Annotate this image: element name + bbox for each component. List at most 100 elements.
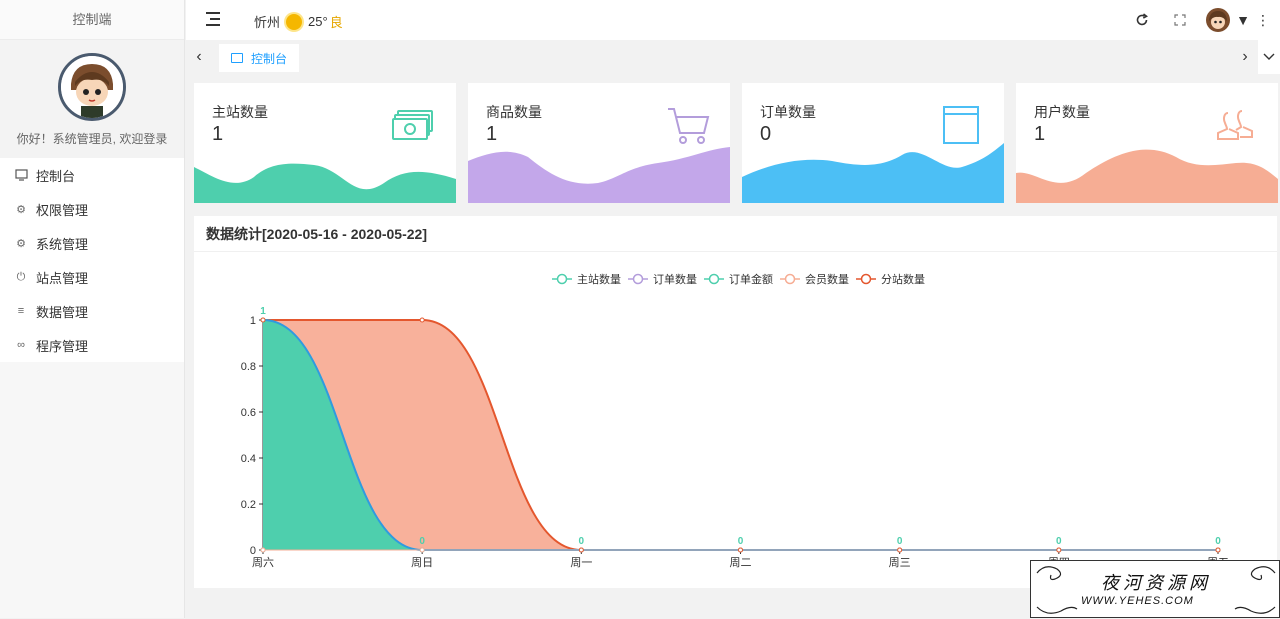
header-actions: ▼ ⋮ [1116,8,1270,32]
gear-icon: ⚙ [16,203,26,216]
temperature: 25° [308,14,328,29]
data-point [419,547,425,553]
sidebar-item-permissions[interactable]: ⚙ 权限管理 [0,192,184,226]
data-point [260,547,266,553]
list-icon: ≡ [17,305,25,317]
data-point [1215,547,1221,553]
sidebar-item-label: 站点管理 [36,270,89,286]
sidebar-item-label: 程序管理 [36,338,89,354]
sidebar: 控制端 你好！系统管理员, 欢迎登录 控制台 ⚙ 权限管理 ⚙ 系统管理 ⏻ 站… [0,0,185,618]
card-title: 商品数量 [486,104,542,120]
x-tick-label: 周三 [889,556,911,569]
data-label: 0 [579,536,585,547]
avatar [1206,8,1230,32]
y-tick-label: 0.6 [241,407,256,419]
weather-widget: 忻州 25° 良 [254,12,343,31]
data-label: 0 [419,536,425,547]
stat-card-orders: 订单数量 0 [742,83,1004,203]
users-icon [1214,105,1258,145]
sun-icon [286,13,303,30]
menu-toggle-icon[interactable] [206,12,222,26]
y-tick-label: 0 [250,545,256,557]
data-point [1056,547,1062,553]
card-wave [468,147,730,203]
user-avatar-button[interactable] [1206,8,1230,32]
sidebar-item-label: 权限管理 [36,202,89,218]
sidebar-item-data[interactable]: ≡ 数据管理 [0,294,184,328]
fullscreen-icon[interactable] [1168,8,1192,32]
data-label: 0 [1215,536,1221,547]
watermark-url: WWW.YEHES.COM [1081,595,1194,607]
panel-title: 数据统计[2020-05-16 - 2020-05-22] [194,216,1277,252]
stats-chart: 主站数量 订单数量 订单金额 会员数量 分站数量 0 0.2 0.4 0.6 0.8 1 周六 周日 周一… [241,272,1229,569]
monitor-icon [231,53,243,63]
link-icon: ∞ [17,339,25,351]
monitor-icon [14,168,28,182]
profile-panel: 你好！系统管理员, 欢迎登录 [0,40,184,158]
legend-label: 订单金额 [729,272,773,286]
avatar[interactable] [58,53,126,121]
caret-down-icon[interactable]: ▼ [1236,8,1250,32]
chevron-right-icon[interactable]: › [1232,40,1258,74]
sidebar-item-label: 系统管理 [36,236,89,252]
gear-icon: ⚙ [16,237,26,250]
y-tick-label: 0.8 [241,361,256,373]
series-area [263,320,1218,550]
data-label: 0 [1056,536,1062,547]
power-icon: ⏻ [16,270,26,283]
chevron-left-icon[interactable]: ‹ [186,40,212,74]
money-icon [392,105,436,145]
sidebar-item-label: 控制台 [36,168,76,184]
x-tick-label: 周六 [252,556,274,569]
tab-label: 控制台 [251,51,288,66]
window-icon [940,105,984,145]
cart-icon [666,105,710,145]
legend-label: 分站数量 [881,272,925,286]
stat-card-users: 用户数量 1 [1016,83,1278,203]
legend-marker [556,273,568,285]
card-title: 用户数量 [1034,104,1090,120]
watermark-title: 夜河资源网 [1101,573,1211,594]
watermark: 夜河资源网 WWW.YEHES.COM [1030,560,1280,618]
legend-marker [632,273,644,285]
welcome-text: 你好！系统管理员, 欢迎登录 [16,132,168,146]
legend-label: 会员数量 [805,273,849,286]
refresh-icon[interactable] [1130,8,1154,32]
card-wave [194,163,456,203]
legend-marker [784,273,796,285]
sidebar-item-label: 数据管理 [36,304,89,320]
card-title: 主站数量 [212,104,268,120]
sidebar-item-dashboard[interactable]: 控制台 [0,158,184,192]
card-title: 订单数量 [760,104,816,120]
tab-dashboard[interactable]: 控制台 [219,44,300,72]
legend-label: 订单数量 [653,273,697,286]
stat-card-main-sites: 主站数量 1 [194,83,456,203]
legend-marker [708,273,720,285]
x-tick-label: 周二 [730,556,752,569]
data-label: 0 [738,536,744,547]
data-label: 1 [260,306,266,317]
data-point [897,547,903,553]
data-point [578,547,584,553]
stat-card-products: 商品数量 1 [468,83,730,203]
sidebar-menu: 控制台 ⚙ 权限管理 ⚙ 系统管理 ⏻ 站点管理 ≡ 数据管理 ∞ 程序管理 [0,158,184,362]
data-point [419,317,425,323]
air-quality: 良 [329,15,343,30]
stats-panel: 数据统计[2020-05-16 - 2020-05-22] 主站数量 订单数量 订单… [194,216,1277,588]
y-tick-label: 0.2 [241,499,256,511]
sidebar-item-system[interactable]: ⚙ 系统管理 [0,226,184,260]
x-tick-label: 周一 [570,556,592,569]
sidebar-item-sites[interactable]: ⏻ 站点管理 [0,260,184,294]
city-name: 忻州 [254,15,281,30]
card-wave [1016,149,1278,203]
x-tick-label: 周日 [411,556,433,569]
y-tick-label: 0.4 [241,453,256,465]
y-tick-label: 1 [250,315,256,327]
chevron-down-icon[interactable] [1258,40,1280,74]
legend-marker [860,273,872,285]
data-point [260,317,266,323]
legend-label: 主站数量 [577,272,621,286]
more-vertical-icon[interactable]: ⋮ [1256,8,1270,32]
sidebar-item-programs[interactable]: ∞ 程序管理 [0,328,184,362]
data-label: 0 [897,536,903,547]
